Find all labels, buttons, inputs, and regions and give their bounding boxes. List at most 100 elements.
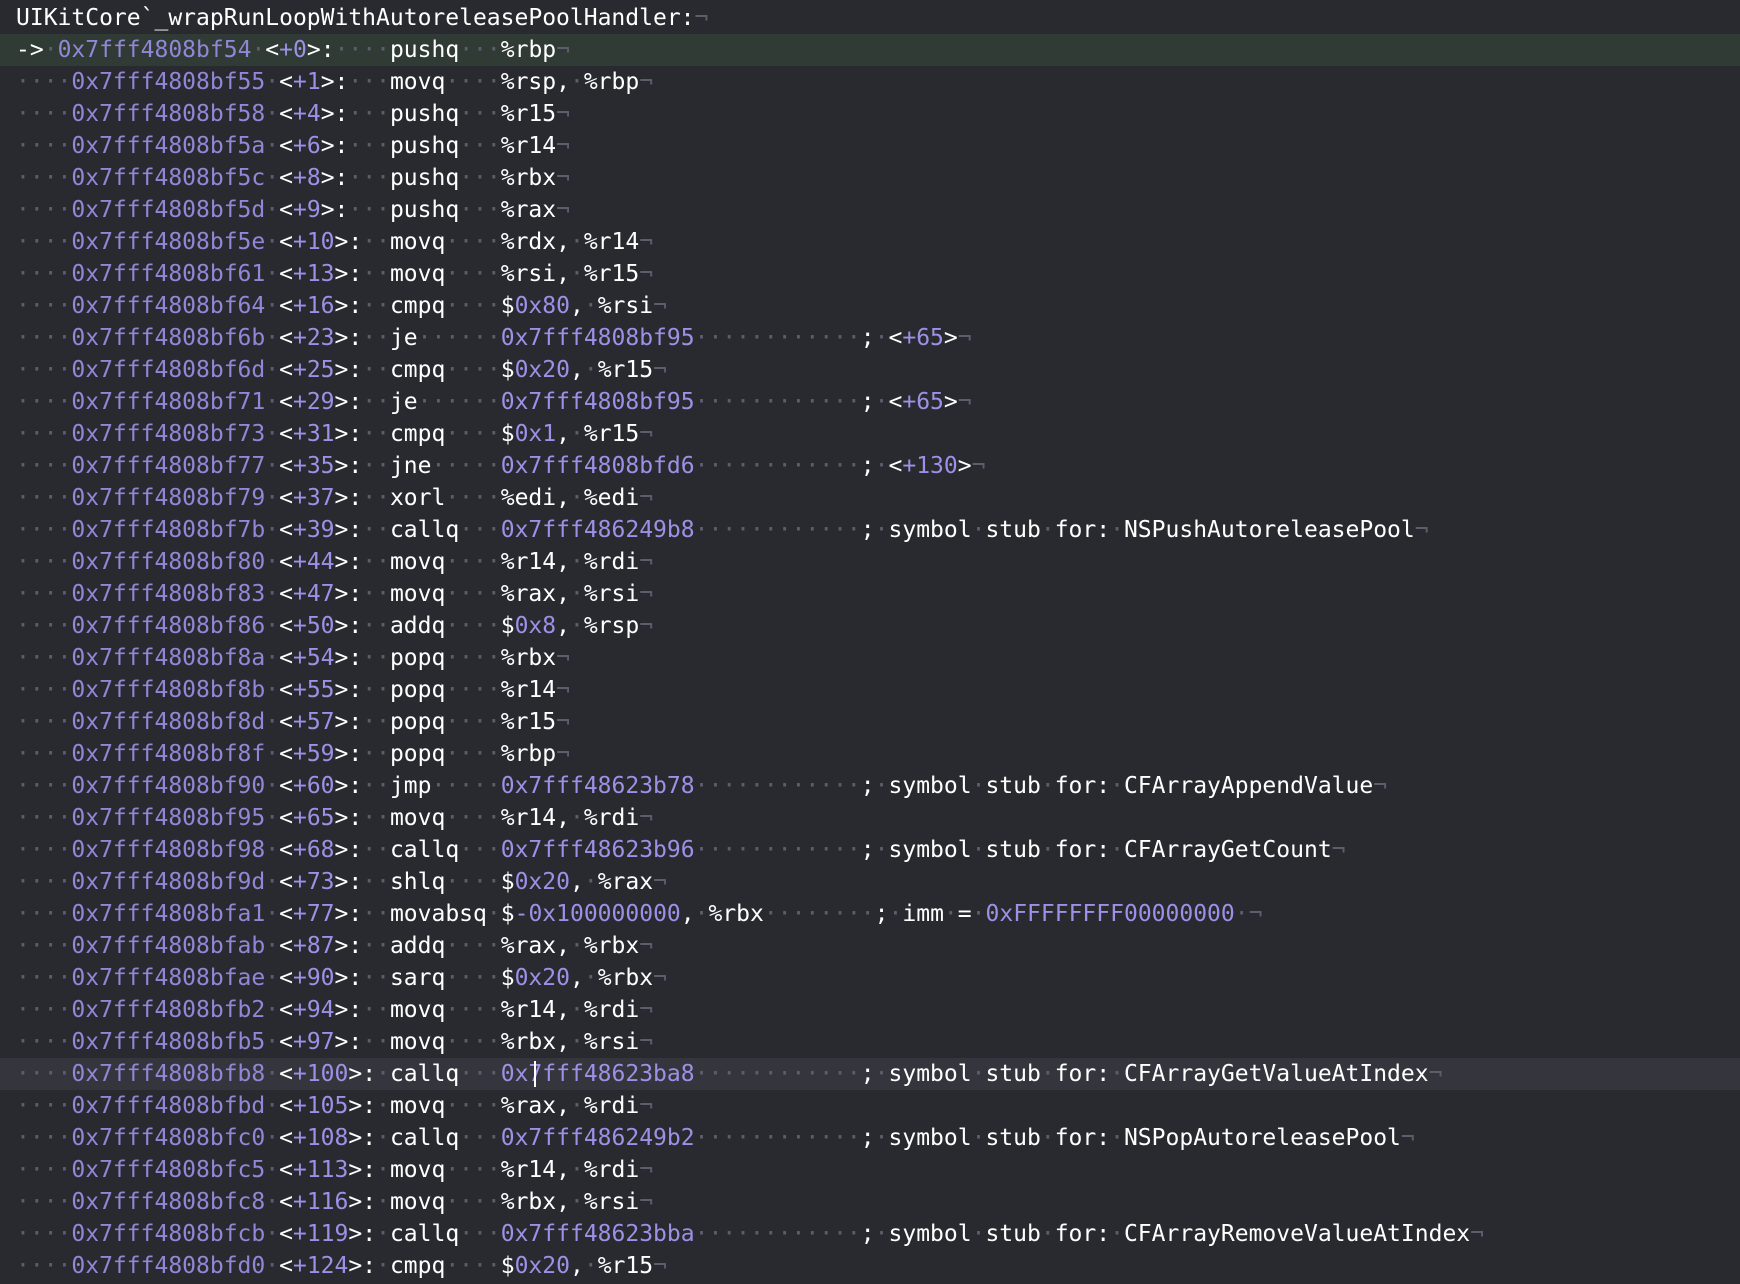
offset-close: >: <box>348 1221 377 1247</box>
newline-marker: ¬ <box>1400 1125 1415 1151</box>
instruction-mnemonic: je <box>389 325 418 351</box>
whitespace-marker: ··· <box>459 1061 501 1087</box>
instruction-mnemonic: callq <box>389 1221 460 1247</box>
instruction-line[interactable]: ····0x7fff4808bf6d·<+25>:··cmpq····$0x20… <box>0 354 1740 386</box>
instruction-line[interactable]: ····0x7fff4808bf64·<+16>:··cmpq····$0x80… <box>0 290 1740 322</box>
whitespace-marker: · <box>583 357 598 383</box>
instruction-line[interactable]: ····0x7fff4808bfb5·<+97>:··movq····%rbx,… <box>0 1026 1740 1058</box>
instruction-line[interactable]: ····0x7fff4808bf80·<+44>:··movq····%r14,… <box>0 546 1740 578</box>
instruction-line[interactable]: ····0x7fff4808bf8f·<+59>:··popq····%rbp¬ <box>0 738 1740 770</box>
instruction-offset: +73 <box>292 869 335 895</box>
comment-text: ;·symbol·stub·for:·CFArrayGetCount <box>860 837 1332 863</box>
whitespace-marker: · <box>265 997 280 1023</box>
comment-text: ;·< <box>860 453 903 479</box>
instruction-line[interactable]: ->·0x7fff4808bf54·<+0>:····pushq···%rbp¬ <box>0 34 1740 66</box>
instruction-line[interactable]: ····0x7fff4808bf8d·<+57>:··popq····%r15¬ <box>0 706 1740 738</box>
disassembly-editor[interactable]: UIKitCore`_wrapRunLoopWithAutoreleasePoo… <box>0 0 1740 1284</box>
instruction-offset: +100 <box>292 1061 349 1087</box>
instruction-line[interactable]: ····0x7fff4808bfc5·<+113>:·movq····%r14,… <box>0 1154 1740 1186</box>
instruction-line[interactable]: ····0x7fff4808bf77·<+35>:··jne·····0x7ff… <box>0 450 1740 482</box>
operand-number: 0x80 <box>514 293 570 319</box>
whitespace-marker: · <box>376 1221 390 1247</box>
instruction-line[interactable]: ····0x7fff4808bf86·<+50>:··addq····$0x8,… <box>0 610 1740 642</box>
instruction-line[interactable]: ····0x7fff4808bf83·<+47>:··movq····%rax,… <box>0 578 1740 610</box>
instruction-line[interactable]: ····0x7fff4808bf55·<+1>:···movq····%rsp,… <box>0 66 1740 98</box>
whitespace-marker: · <box>971 901 986 927</box>
operand: %rdx,·%r14 <box>500 229 640 255</box>
indent-marker: ···· <box>16 485 72 511</box>
whitespace-marker: · <box>569 805 584 831</box>
whitespace-marker: · <box>971 517 986 543</box>
instruction-line[interactable]: ····0x7fff4808bf71·<+29>:··je······0x7ff… <box>0 386 1740 418</box>
instruction-line[interactable]: ····0x7fff4808bf5c·<+8>:···pushq···%rbx¬ <box>0 162 1740 194</box>
instruction-line[interactable]: ····0x7fff4808bf61·<+13>:··movq····%rsi,… <box>0 258 1740 290</box>
instruction-mnemonic: pushq <box>389 133 460 159</box>
instruction-offset: +87 <box>292 933 335 959</box>
instruction-mnemonic: popq <box>389 741 446 767</box>
offset-open: < <box>279 453 293 479</box>
whitespace-marker: · <box>376 1061 390 1087</box>
whitespace-marker: · <box>583 869 598 895</box>
instruction-address: 0x7fff4808bfb8 <box>71 1061 266 1087</box>
instruction-mnemonic: je <box>389 389 418 415</box>
instruction-line[interactable]: ····0x7fff4808bfae·<+90>:··sarq····$0x20… <box>0 962 1740 994</box>
instruction-offset: +13 <box>292 261 335 287</box>
instruction-line[interactable]: ····0x7fff4808bfc0·<+108>:·callq···0x7ff… <box>0 1122 1740 1154</box>
instruction-line[interactable]: ····0x7fff4808bfd0·<+124>:·cmpq····$0x20… <box>0 1250 1740 1282</box>
indent-marker: ···· <box>16 133 72 159</box>
instruction-line[interactable]: ····0x7fff4808bfa1·<+77>:··movabsq·$-0x1… <box>0 898 1740 930</box>
offset-close: >: <box>334 389 363 415</box>
instruction-line[interactable]: ····0x7fff4808bfb8·<+100>:·callq···0x7ff… <box>0 1058 1740 1090</box>
comment-number: +130 <box>902 453 958 479</box>
whitespace-marker: ············ <box>694 517 861 543</box>
newline-marker: ¬ <box>639 1157 654 1183</box>
offset-close: >: <box>334 773 363 799</box>
instruction-line[interactable]: ····0x7fff4808bf8b·<+55>:··popq····%r14¬ <box>0 674 1740 706</box>
whitespace-marker: · <box>265 773 280 799</box>
operand: $ <box>500 421 515 447</box>
operand: $ <box>500 901 515 927</box>
indent-marker: ···· <box>16 709 72 735</box>
instruction-line[interactable]: ····0x7fff4808bf5d·<+9>:···pushq···%rax¬ <box>0 194 1740 226</box>
instruction-line[interactable]: ····0x7fff4808bf98·<+68>:··callq···0x7ff… <box>0 834 1740 866</box>
instruction-line[interactable]: ····0x7fff4808bf8a·<+54>:··popq····%rbx¬ <box>0 642 1740 674</box>
offset-close: >: <box>334 325 363 351</box>
newline-marker: ¬ <box>639 421 654 447</box>
instruction-line[interactable]: ····0x7fff4808bfbd·<+105>:·movq····%rax,… <box>0 1090 1740 1122</box>
instruction-line[interactable]: ····0x7fff4808bf90·<+60>:··jmp·····0x7ff… <box>0 770 1740 802</box>
instruction-mnemonic: cmpq <box>389 293 446 319</box>
instruction-line[interactable]: ····0x7fff4808bfb2·<+94>:··movq····%r14,… <box>0 994 1740 1026</box>
instruction-line[interactable]: ····0x7fff4808bf7b·<+39>:··callq···0x7ff… <box>0 514 1740 546</box>
instruction-offset: +16 <box>292 293 335 319</box>
operand-number: 0x20 <box>514 965 570 991</box>
offset-open: < <box>279 1157 293 1183</box>
instruction-line[interactable]: ····0x7fff4808bf5e·<+10>:··movq····%rdx,… <box>0 226 1740 258</box>
whitespace-marker: ·· <box>362 293 390 319</box>
indent-marker: ···· <box>16 357 72 383</box>
instruction-line[interactable]: ····0x7fff4808bfcb·<+119>:·callq···0x7ff… <box>0 1218 1740 1250</box>
whitespace-marker: · <box>265 261 280 287</box>
instruction-line[interactable]: ····0x7fff4808bf5a·<+6>:···pushq···%r14¬ <box>0 130 1740 162</box>
instruction-line[interactable]: ····0x7fff4808bf79·<+37>:··xorl····%edi,… <box>0 482 1740 514</box>
offset-close: >: <box>334 293 363 319</box>
instruction-line[interactable]: ····0x7fff4808bf6b·<+23>:··je······0x7ff… <box>0 322 1740 354</box>
newline-marker: ¬ <box>1373 773 1388 799</box>
offset-close: >: <box>320 101 349 127</box>
instruction-line[interactable]: ····0x7fff4808bf95·<+65>:··movq····%r14,… <box>0 802 1740 834</box>
whitespace-marker: ···· <box>445 805 501 831</box>
whitespace-marker: ···· <box>445 997 501 1023</box>
whitespace-marker: · <box>265 1157 280 1183</box>
instruction-line[interactable]: ····0x7fff4808bf73·<+31>:··cmpq····$0x1,… <box>0 418 1740 450</box>
whitespace-marker: ·· <box>362 517 390 543</box>
offset-close: >: <box>320 133 349 159</box>
instruction-line[interactable]: ····0x7fff4808bf9d·<+73>:··shlq····$0x20… <box>0 866 1740 898</box>
newline-marker: ¬ <box>639 805 654 831</box>
instruction-line[interactable]: ····0x7fff4808bfab·<+87>:··addq····%rax,… <box>0 930 1740 962</box>
instruction-line[interactable]: ····0x7fff4808bf58·<+4>:···pushq···%r15¬ <box>0 98 1740 130</box>
whitespace-marker: ············ <box>694 1061 861 1087</box>
instruction-mnemonic: jne <box>389 453 432 479</box>
whitespace-marker: · <box>1234 901 1249 927</box>
instruction-line[interactable]: ····0x7fff4808bfc8·<+116>:·movq····%rbx,… <box>0 1186 1740 1218</box>
operand: %r15 <box>500 101 557 127</box>
whitespace-marker: · <box>265 613 280 639</box>
